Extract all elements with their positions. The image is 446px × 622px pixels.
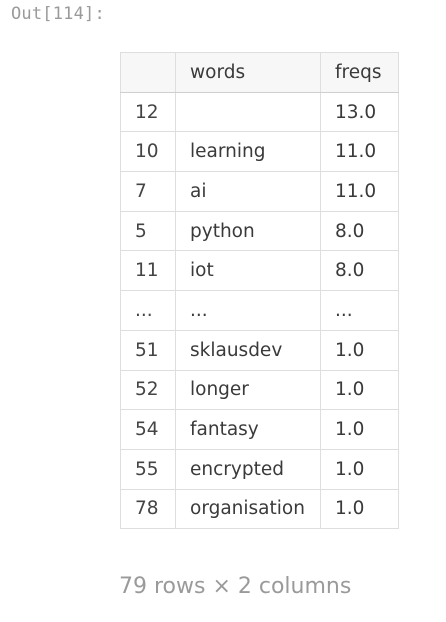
table-row: 10 learning 11.0 (120, 131, 399, 173)
table-row: 55 encrypted 1.0 (120, 448, 399, 490)
dataframe-table: words freqs 12 13.0 10 learning 11.0 7 a… (120, 52, 399, 530)
freqs-cell: 8.0 (320, 250, 399, 292)
table-row: 52 longer 1.0 (120, 369, 399, 411)
table-row: 51 sklausdev 1.0 (120, 329, 399, 371)
freqs-cell: 11.0 (320, 131, 399, 173)
words-cell: organisation (175, 488, 321, 530)
freqs-cell: ... (320, 290, 399, 331)
freqs-cell: 1.0 (320, 448, 399, 490)
row-index: ... (120, 290, 176, 331)
row-index: 54 (120, 409, 176, 450)
table-row: 78 organisation 1.0 (120, 488, 399, 530)
table-row-ellipsis: ... ... ... (120, 290, 399, 331)
words-cell: sklausdev (175, 329, 321, 371)
words-cell: encrypted (175, 448, 321, 490)
row-index: 7 (120, 171, 176, 212)
row-index: 10 (120, 131, 176, 173)
table-row: 5 python 8.0 (120, 210, 399, 252)
freqs-cell: 11.0 (320, 171, 399, 212)
column-header-freqs: freqs (320, 52, 399, 93)
table-row: 54 fantasy 1.0 (120, 409, 399, 450)
row-index: 5 (120, 210, 176, 252)
column-header-words: words (175, 52, 321, 93)
table-row: 12 13.0 (120, 91, 399, 133)
row-index: 51 (120, 329, 176, 371)
freqs-cell: 1.0 (320, 488, 399, 530)
table-row: 7 ai 11.0 (120, 171, 399, 212)
words-cell: learning (175, 131, 321, 173)
index-column-header (120, 52, 176, 93)
row-index: 11 (120, 250, 176, 292)
output-prompt: Out[114]: (11, 4, 105, 24)
freqs-cell: 1.0 (320, 369, 399, 411)
freqs-cell: 1.0 (320, 409, 399, 450)
freqs-cell: 13.0 (320, 91, 399, 133)
dataframe-output: words freqs 12 13.0 10 learning 11.0 7 a… (120, 52, 399, 530)
words-cell (175, 91, 321, 133)
freqs-cell: 8.0 (320, 210, 399, 252)
table-header-row: words freqs (120, 52, 399, 93)
table-row: 11 iot 8.0 (120, 250, 399, 292)
words-cell: fantasy (175, 409, 321, 450)
words-cell: python (175, 210, 321, 252)
row-index: 78 (120, 488, 176, 530)
words-cell: longer (175, 369, 321, 411)
row-index: 55 (120, 448, 176, 490)
row-index: 52 (120, 369, 176, 411)
row-index: 12 (120, 91, 176, 133)
freqs-cell: 1.0 (320, 329, 399, 371)
words-cell: iot (175, 250, 321, 292)
dataframe-shape-label: 79 rows × 2 columns (119, 574, 352, 599)
words-cell: ... (175, 290, 321, 331)
words-cell: ai (175, 171, 321, 212)
